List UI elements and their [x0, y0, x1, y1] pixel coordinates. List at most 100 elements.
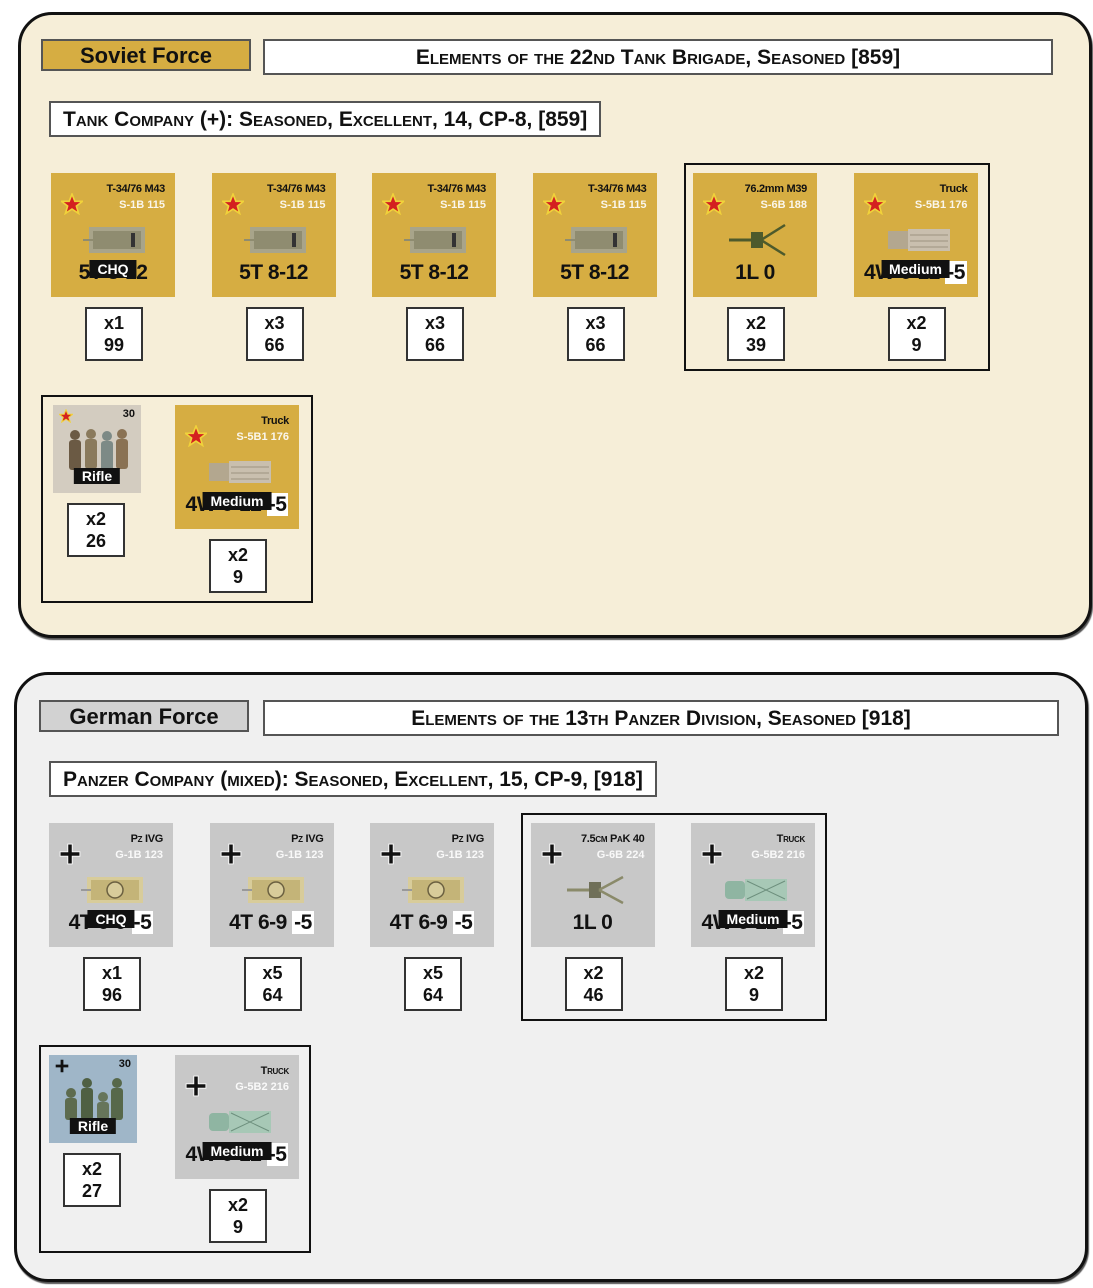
german-unit-1[interactable]: Pz IVGG-1B 1234T 6-9 -5CHQx196: [49, 823, 175, 1011]
soviet-unit-4[interactable]: T-34/76 M43 S-1B 115 5T 8-12 x3 66: [532, 173, 659, 361]
unit-multiplier: x1: [103, 313, 125, 333]
german-force-panel: German Force Elements of the 13th Panzer…: [14, 672, 1088, 1282]
unit-name: Truck: [776, 833, 806, 845]
german-unit-3[interactable]: Pz IVG G-1B 123 4T 6-9 -5 x5 64: [370, 823, 496, 1011]
iron-cross-icon: [541, 843, 562, 865]
unit-code: S-6B 188: [760, 199, 807, 211]
unit-points: 64: [422, 985, 444, 1005]
german-unit-5[interactable]: TruckG-5B2 2164W 6-12 -5Mediumx29: [691, 823, 817, 1011]
unit-count-box: x3 66: [566, 307, 625, 361]
red-star-icon: [185, 425, 207, 447]
unit-stats: 5T 8-12: [239, 261, 308, 284]
unit-name: Pz IVG: [291, 833, 324, 845]
unit-counter: T-34/76 M43 S-1B 115 5T 8-12: [532, 173, 657, 297]
unit-count-box: x5 64: [404, 957, 462, 1011]
unit-count-box: x3 66: [245, 307, 304, 361]
unit-tag: CHQ: [89, 260, 137, 278]
unit-code: G-1B 123: [115, 849, 163, 861]
unit-code: S-1B 115: [119, 199, 165, 211]
infantry-counter: 30 Rifle: [53, 405, 141, 493]
unit-name: Truck: [260, 1065, 290, 1077]
unit-points: 64: [262, 985, 283, 1005]
german-unit-2[interactable]: Pz IVG G-1B 123 4T 6-9 -5 x5 64: [209, 823, 336, 1011]
unit-count-box: x1 96: [83, 957, 141, 1011]
unit-counter: T-34/76 M43 S-1B 115 5T 8-12: [372, 173, 496, 297]
unit-counter: Pz IVG G-1B 123 4T 6-9 -5: [209, 823, 334, 947]
unit-count-box: x2 9: [725, 957, 783, 1011]
unit-count-box: x2 46: [564, 957, 623, 1011]
unit-name: Truck: [261, 415, 289, 427]
soviet-infantry-unit[interactable]: 30 Rifle x2 26: [53, 405, 143, 557]
soviet-unit-5[interactable]: 76.2mm M39 S-6B 188 1L 0 x2 39: [693, 173, 819, 361]
unit-points: 39: [745, 335, 767, 355]
unit-points: 96: [101, 985, 123, 1005]
tank-icon: [83, 227, 145, 253]
unit-counter: T-34/76 M43S-1B 1155T 8-12CHQ: [51, 173, 175, 297]
unit-multiplier: x3: [424, 313, 446, 333]
iron-cross-icon: [59, 843, 81, 865]
red-star-icon: [703, 193, 725, 215]
truck-counter: Truck S-5B1 176 4W 6-12 -5 Medium: [175, 405, 299, 529]
unit-points: 99: [103, 335, 125, 355]
unit-tag: Medium: [202, 1142, 272, 1160]
soviet-unit-2[interactable]: T-34/76 M43 S-1B 115 5T 8-12 x3 66: [211, 173, 338, 361]
german-unit-4[interactable]: 7.5cm PaK 40 G-6B 224 1L 0 x2 46: [530, 823, 657, 1011]
iron-cross-icon: [185, 1075, 207, 1097]
soviet-force-label: Soviet Force: [41, 39, 251, 71]
unit-points: 66: [264, 335, 285, 355]
red-star-icon: [382, 193, 404, 215]
german-company-header: Panzer Company (mixed): Seasoned, Excell…: [49, 761, 657, 797]
unit-counter: Pz IVGG-1B 1234T 6-9 -5CHQ: [49, 823, 173, 947]
unit-points: 46: [583, 985, 604, 1005]
iron-cross-icon: [380, 843, 402, 865]
unit-count-box: x3 66: [406, 307, 464, 361]
unit-counter: 76.2mm M39 S-6B 188 1L 0: [693, 173, 817, 297]
infantry-strength: 30: [122, 408, 135, 420]
unit-name: Pz IVG: [130, 833, 164, 845]
infantry-counter: 30 Rifle: [49, 1055, 137, 1143]
unit-code: S-1B 115: [279, 199, 326, 211]
unit-count-box: x2 27: [63, 1153, 121, 1207]
soviet-unit-6[interactable]: TruckS-5B1 1764W 6-12 -5Mediumx29: [853, 173, 980, 361]
truck-icon: [725, 879, 787, 901]
unit-points: 9: [232, 567, 243, 587]
unit-stats: 4T 6-9 -5: [389, 911, 475, 934]
unit-name: T-34/76 M43: [267, 183, 326, 195]
unit-multiplier: x5: [422, 963, 444, 983]
truck-icon: [887, 229, 950, 251]
soviet-unit-1[interactable]: T-34/76 M43S-1B 1155T 8-12CHQ x199: [51, 173, 177, 361]
soviet-company-header: Tank Company (+): Seasoned, Excellent, 1…: [49, 101, 602, 137]
unit-count-box: x2 9: [209, 539, 267, 593]
soviet-infantry-truck-unit[interactable]: Truck S-5B1 176 4W 6-12 -5 Medium x2 9: [175, 405, 301, 593]
unit-code: G-1B 123: [275, 849, 324, 861]
unit-code: G-1B 123: [436, 849, 484, 861]
unit-multiplier: x3: [585, 313, 606, 333]
tank-icon: [402, 877, 464, 903]
unit-tag: CHQ: [87, 910, 135, 928]
unit-code: S-1B 115: [440, 199, 486, 211]
unit-stats: 4T 6-9 -5: [229, 911, 314, 934]
unit-multiplier: x5: [262, 963, 283, 983]
german-infantry-unit[interactable]: 30 Rifle x2 27: [49, 1055, 139, 1207]
unit-multiplier: x2: [227, 1195, 249, 1215]
unit-points: 66: [424, 335, 446, 355]
german-infantry-truck-unit[interactable]: Truck G-5B2 216 4W 6-12 -5 Medium x2 9: [175, 1055, 301, 1243]
unit-stats: 5T 8-12: [399, 261, 469, 284]
tank-icon: [404, 227, 466, 253]
unit-points: 66: [585, 335, 606, 355]
unit-multiplier: x2: [743, 963, 765, 983]
soviet-unit-3[interactable]: T-34/76 M43 S-1B 115 5T 8-12 x3 66: [372, 173, 498, 361]
unit-counter: T-34/76 M43 S-1B 115 5T 8-12: [211, 173, 336, 297]
gun-icon: [566, 875, 624, 905]
unit-count-box: x1 99: [85, 307, 143, 361]
unit-code: S-5B1 176: [236, 431, 289, 443]
unit-multiplier: x2: [85, 509, 107, 529]
tank-icon: [243, 227, 306, 253]
unit-tag: Medium: [718, 910, 788, 928]
unit-counter: TruckS-5B1 1764W 6-12 -5Medium: [853, 173, 978, 297]
unit-counter: Pz IVG G-1B 123 4T 6-9 -5: [370, 823, 494, 947]
unit-code: G-5B2 216: [751, 849, 805, 861]
unit-multiplier: x2: [745, 313, 767, 333]
infantry-type-label: Rifle: [69, 1118, 117, 1134]
unit-name: T-34/76 M43: [588, 183, 647, 195]
